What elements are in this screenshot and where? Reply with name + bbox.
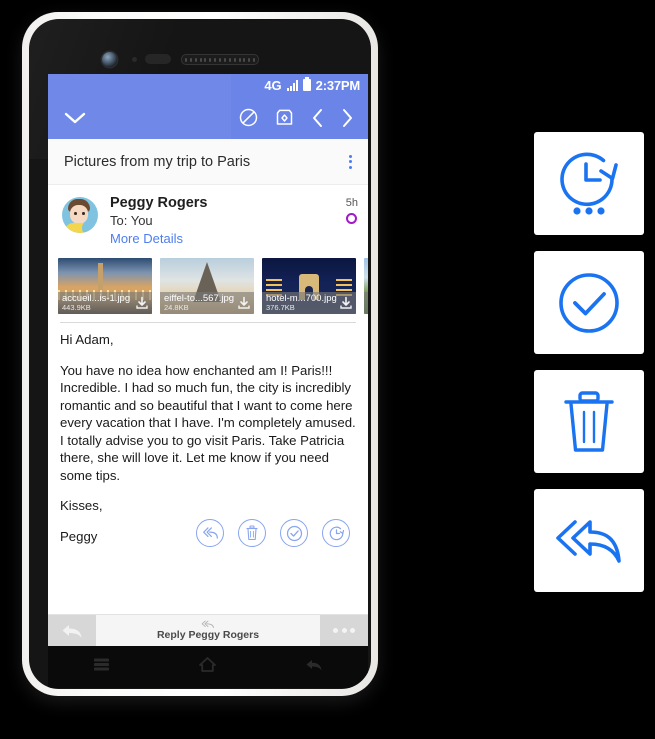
chevron-down-icon xyxy=(64,112,86,123)
sensor-strip-icon xyxy=(145,54,171,64)
attachment-item[interactable]: res... 129... xyxy=(364,258,368,314)
android-nav-bar xyxy=(48,646,368,688)
trash-icon xyxy=(564,390,614,452)
timestamp: 5h xyxy=(345,197,358,209)
bottom-action-bar: Reply Peggy Rogers xyxy=(48,614,368,646)
reply-shortcut-button[interactable] xyxy=(48,615,96,646)
reply-all-icon xyxy=(202,527,218,540)
chevron-right-icon xyxy=(343,108,352,127)
next-button[interactable] xyxy=(341,108,354,128)
attachment-size: 24.8KB xyxy=(164,303,189,313)
snooze-button[interactable] xyxy=(322,519,350,548)
sender-name: Peggy Rogers xyxy=(110,195,208,211)
done-card[interactable] xyxy=(534,251,644,354)
sender-right: 5h xyxy=(346,195,358,224)
status-bar-tint xyxy=(48,74,231,96)
avatar xyxy=(62,197,98,233)
clock-arrow-icon xyxy=(329,526,344,541)
attachment-size: 443.9KB xyxy=(62,303,91,313)
network-label: 4G xyxy=(264,77,282,93)
page-title: Pictures from my trip to Paris xyxy=(64,153,251,170)
reply-all-icon xyxy=(201,620,214,629)
reply-all-card[interactable] xyxy=(534,489,644,592)
recents-button[interactable] xyxy=(93,658,110,676)
previous-button[interactable] xyxy=(311,108,324,128)
check-circle-icon xyxy=(559,272,619,333)
block-spam-button[interactable] xyxy=(239,108,258,127)
archive-box-icon xyxy=(276,109,293,125)
delete-card[interactable] xyxy=(534,370,644,473)
chevron-left-icon xyxy=(313,108,322,127)
download-icon[interactable] xyxy=(135,296,149,310)
done-button[interactable] xyxy=(280,519,308,548)
phone-bezel: 4G 2:37PM Pictures from my trip to Paris… xyxy=(29,19,371,689)
collapse-button[interactable] xyxy=(64,111,86,125)
toolbar-actions xyxy=(239,108,354,128)
archive-button[interactable] xyxy=(275,108,294,127)
signal-bars-icon xyxy=(286,79,298,91)
app-toolbar xyxy=(48,96,368,139)
trash-icon xyxy=(246,525,258,541)
reply-button-label: Reply Peggy Rogers xyxy=(156,629,260,641)
more-dots-icon xyxy=(333,628,355,633)
recents-icon xyxy=(93,658,109,671)
earpiece-speaker-icon xyxy=(181,54,259,65)
recipient-label: To: You xyxy=(110,213,153,228)
attachment-item[interactable]: hotel-m...700.jpg 376.7KB xyxy=(262,258,356,314)
unread-circle-icon[interactable] xyxy=(346,213,358,224)
subject-row: Pictures from my trip to Paris xyxy=(48,139,368,185)
reply-all-button[interactable] xyxy=(196,519,224,548)
body-paragraph: You have no idea how enchanted am I! Par… xyxy=(60,362,356,483)
email-body: Hi Adam, You have no idea how enchanted … xyxy=(48,323,368,545)
check-circle-icon xyxy=(286,525,302,542)
body-greeting: Hi Adam, xyxy=(60,332,114,347)
snooze-card[interactable] xyxy=(534,132,644,235)
front-camera-icon xyxy=(102,52,117,67)
proximity-sensor-icon xyxy=(132,57,137,62)
phone-screen: 4G 2:37PM Pictures from my trip to Paris… xyxy=(48,74,368,646)
status-bar: 4G 2:37PM xyxy=(48,74,368,96)
kebab-menu-icon[interactable] xyxy=(343,149,358,175)
reply-button[interactable]: Reply Peggy Rogers xyxy=(96,615,320,646)
more-options-button[interactable] xyxy=(320,615,368,646)
home-icon xyxy=(199,657,216,672)
delete-button[interactable] xyxy=(238,519,266,548)
sender-meta: Peggy Rogers To: You More Details xyxy=(110,195,346,246)
reply-all-icon xyxy=(556,519,621,563)
clock-arrow-icon xyxy=(560,152,618,215)
phone-device: 4G 2:37PM Pictures from my trip to Paris… xyxy=(22,12,378,696)
screenshot-root: 4G 2:37PM Pictures from my trip to Paris… xyxy=(0,0,655,739)
attachment-item[interactable]: accueil...is-1.jpg 443.9KB xyxy=(58,258,152,314)
attachment-item[interactable]: eiffel-to...567.jpg 24.8KB xyxy=(160,258,254,314)
download-icon[interactable] xyxy=(237,296,251,310)
home-button[interactable] xyxy=(199,657,216,677)
back-arrow-icon xyxy=(306,659,322,670)
sender-block: Peggy Rogers To: You More Details 5h xyxy=(48,185,368,254)
block-spam-icon xyxy=(239,108,258,127)
more-details-link[interactable]: More Details xyxy=(110,231,346,246)
reply-arrow-icon xyxy=(62,624,82,638)
back-button[interactable] xyxy=(305,658,323,677)
clock-label: 2:37PM xyxy=(315,77,361,93)
battery-icon xyxy=(302,77,311,91)
attachment-strip[interactable]: accueil...is-1.jpg 443.9KB eiffel-to...5… xyxy=(48,254,368,320)
attachment-size: 376.7KB xyxy=(266,303,295,313)
body-closing: Kisses, xyxy=(60,498,103,514)
action-cards xyxy=(534,132,644,592)
download-icon[interactable] xyxy=(339,296,353,310)
